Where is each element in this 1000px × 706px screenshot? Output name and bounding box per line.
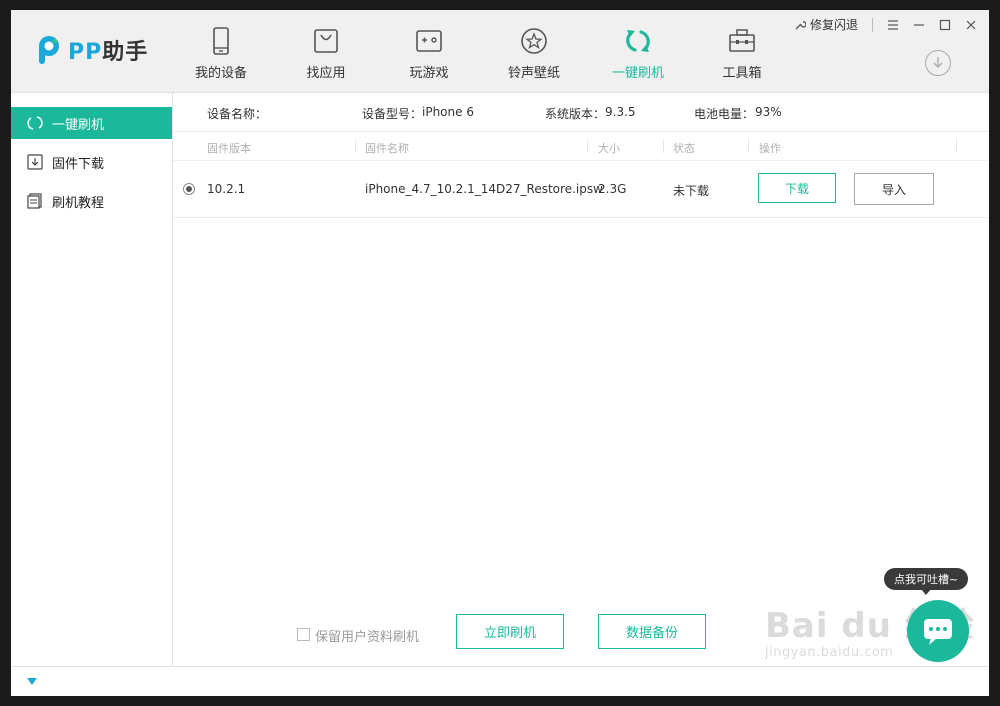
bag-icon [314, 29, 338, 53]
main-panel: 设备名称： 设备型号： iPhone 6 系统版本： 9.3.5 电池电量： 9… [173, 93, 989, 666]
download-manager-button[interactable] [925, 50, 951, 76]
firmware-status: 未下载 [673, 184, 710, 198]
column-divider [956, 139, 957, 153]
battery-label: 电池电量： [694, 107, 755, 121]
phone-icon [213, 27, 229, 55]
nav-label: 我的设备 [194, 66, 247, 81]
sidebar-item-flash-tutorial[interactable]: 刷机教程 [11, 185, 172, 217]
nav-ringtones[interactable]: 铃声壁纸 [489, 26, 579, 81]
app-logo: PP助手 [36, 34, 148, 66]
firmware-version: 10.2.1 [207, 182, 246, 196]
nav-label: 工具箱 [722, 66, 762, 81]
keep-data-label: 保留用户资料刷机 [315, 630, 420, 645]
system-version-label: 系统版本： [545, 107, 606, 121]
battery-value: 93% [755, 105, 782, 119]
menu-icon[interactable] [887, 19, 899, 30]
nav-find-apps[interactable]: 找应用 [281, 26, 371, 81]
flash-now-button[interactable]: 立即刷机 [456, 614, 564, 649]
refresh-icon [27, 116, 43, 130]
nav-toolbox[interactable]: 工具箱 [697, 26, 787, 81]
sidebar-item-one-click-flash[interactable]: 一键刷机 [11, 107, 172, 139]
sidebar-item-label: 刷机教程 [52, 195, 105, 211]
sidebar-item-firmware-download[interactable]: 固件下载 [11, 146, 172, 178]
toolbox-icon [729, 29, 755, 52]
column-header: 固件名称 [365, 142, 409, 155]
column-divider [663, 139, 664, 153]
table-row[interactable]: 10.2.1 iPhone_4.7_10.2.1_14D27_Restore.i… [173, 161, 989, 218]
feedback-tooltip: 点我可吐槽~ [884, 568, 969, 595]
nav-my-device[interactable]: 我的设备 [176, 26, 266, 81]
logo-text: 助手 [102, 40, 149, 65]
app-window: PP助手 我的设备 找应用 玩游戏 铃声壁纸 一键刷机 工具箱 修复闪退 一键刷… [11, 10, 989, 696]
system-version-value: 9.3.5 [605, 105, 636, 119]
sidebar-item-label: 固件下载 [52, 156, 105, 172]
device-info-bar: 设备名称： 设备型号： iPhone 6 系统版本： 9.3.5 电池电量： 9… [173, 93, 989, 132]
chat-bubble-icon [924, 619, 952, 645]
maximize-icon[interactable] [939, 19, 951, 31]
device-model-label: 设备型号： [362, 107, 423, 121]
device-model-value: iPhone 6 [422, 105, 474, 119]
download-arrow-icon [933, 57, 943, 68]
firmware-table-header: 固件版本 固件名称 大小 状态 操作 [173, 132, 989, 161]
refresh-icon [626, 30, 650, 52]
nav-label: 找应用 [306, 66, 346, 81]
column-divider [355, 139, 356, 153]
minimize-icon[interactable] [913, 20, 925, 30]
column-header: 固件版本 [207, 142, 251, 155]
wrench-icon [795, 20, 806, 29]
column-header: 操作 [759, 142, 781, 155]
nav-games[interactable]: 玩游戏 [384, 26, 474, 81]
status-bar [11, 666, 989, 696]
import-button[interactable]: 导入 [854, 173, 934, 205]
close-icon[interactable] [965, 19, 977, 31]
nav-label: 一键刷机 [611, 66, 664, 81]
column-divider [748, 139, 749, 153]
sidebar: 一键刷机 固件下载 刷机教程 [11, 93, 173, 666]
download-button[interactable]: 下载 [758, 173, 836, 203]
column-header: 大小 [598, 142, 620, 155]
repair-label: 修复闪退 [809, 18, 858, 32]
separator [872, 17, 873, 32]
download-icon [27, 154, 43, 170]
column-header: 状态 [673, 142, 695, 155]
repair-crash-button[interactable]: 修复闪退 [794, 16, 858, 33]
firmware-radio[interactable] [183, 183, 195, 195]
gamepad-icon [416, 30, 442, 52]
column-divider [587, 139, 588, 153]
pp-logo-icon [39, 36, 59, 64]
nav-one-click-flash[interactable]: 一键刷机 [593, 26, 683, 81]
nav-label: 铃声壁纸 [507, 66, 560, 81]
nav-label: 玩游戏 [409, 66, 449, 81]
firmware-size: 2.3G [598, 182, 627, 196]
data-backup-button[interactable]: 数据备份 [598, 614, 706, 649]
sidebar-item-label: 一键刷机 [52, 117, 105, 133]
feedback-chat-button[interactable] [907, 600, 969, 662]
firmware-name: iPhone_4.7_10.2.1_14D27_Restore.ipsw [365, 182, 603, 196]
window-controls: 修复闪退 [794, 16, 977, 33]
keep-data-checkbox[interactable] [297, 628, 310, 641]
star-icon [521, 28, 547, 54]
device-name-label: 设备名称： [207, 107, 268, 121]
document-icon [27, 193, 42, 209]
top-header: PP助手 我的设备 找应用 玩游戏 铃声壁纸 一键刷机 工具箱 修复闪退 [11, 10, 989, 93]
expand-triangle-icon[interactable] [27, 678, 37, 685]
logo-pp-text: PP [68, 40, 103, 65]
